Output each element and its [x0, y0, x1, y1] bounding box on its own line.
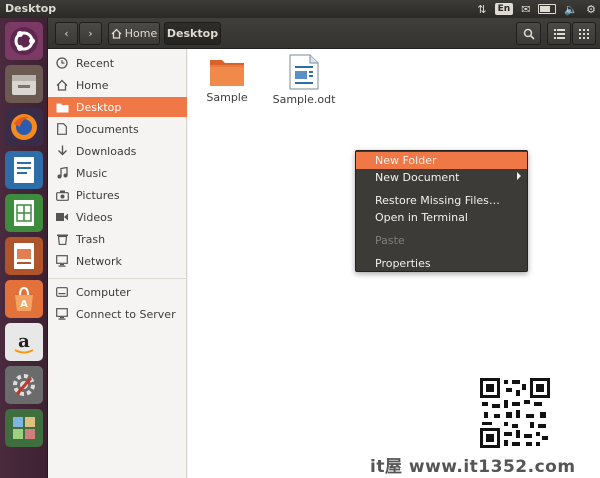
header-bar: ‹ › Home Desktop: [48, 18, 600, 49]
trash-icon: [55, 232, 69, 246]
search-icon: [523, 28, 535, 40]
calc-icon[interactable]: [5, 194, 43, 232]
server-icon: [55, 307, 69, 321]
file-name: Sample: [206, 91, 248, 104]
sidebar-item-recent[interactable]: Recent: [48, 53, 187, 73]
document-icon: [55, 122, 69, 136]
grid-view-button[interactable]: [572, 22, 596, 45]
sidebar-item-home[interactable]: Home: [48, 75, 187, 95]
menu-item-paste: Paste: [356, 232, 527, 249]
back-button[interactable]: ‹: [55, 22, 78, 45]
volume-icon[interactable]: 🔈: [564, 3, 578, 16]
mail-icon[interactable]: ✉: [521, 3, 530, 16]
svg-text:a: a: [18, 331, 30, 352]
places-sidebar: Recent Home Desktop Documents Downloads …: [48, 49, 187, 478]
back-arrow-icon: ‹: [64, 27, 69, 40]
sidebar-item-label: Downloads: [76, 144, 137, 158]
forward-button[interactable]: ›: [79, 22, 102, 45]
breadcrumb-desktop-label: Desktop: [166, 27, 219, 40]
amazon-icon[interactable]: a: [5, 323, 43, 361]
folder-icon: [55, 100, 69, 114]
battery-icon[interactable]: [538, 4, 557, 14]
files-icon[interactable]: [5, 65, 43, 103]
top-panel: Desktop ⇅ En ✉ 🔈 ⚙: [0, 0, 600, 18]
firefox-icon[interactable]: [5, 108, 43, 146]
folder-icon: [210, 60, 244, 86]
ubuntu-dash-icon[interactable]: [5, 22, 43, 60]
breadcrumb-desktop[interactable]: Desktop: [164, 22, 221, 45]
forward-arrow-icon: ›: [88, 27, 93, 40]
sidebar-item-network[interactable]: Network: [48, 251, 187, 271]
home-icon: [111, 28, 122, 39]
sidebar-item-label: Trash: [76, 232, 106, 246]
system-tray: ⇅ En ✉ 🔈 ⚙: [477, 1, 596, 17]
drive-icon: [55, 285, 69, 299]
window-title: Desktop: [5, 2, 57, 15]
music-note-icon: [55, 166, 69, 180]
file-item[interactable]: Sample.odt: [272, 54, 336, 106]
clock-icon: [55, 56, 69, 70]
system-settings-icon[interactable]: [5, 366, 43, 404]
menu-item-new-document[interactable]: New Document: [356, 169, 527, 186]
breadcrumb-home-label: Home: [124, 27, 158, 40]
camera-icon: [55, 188, 69, 202]
sort-arrows-icon[interactable]: ⇅: [477, 3, 486, 16]
sidebar-item-label: Home: [76, 78, 109, 92]
list-view-icon: [553, 28, 565, 39]
sidebar-item-computer[interactable]: Computer: [48, 282, 187, 302]
sidebar-item-label: Documents: [76, 122, 139, 136]
software-center-icon[interactable]: A: [5, 280, 43, 318]
sidebar-item-label: Connect to Server: [76, 307, 176, 321]
breadcrumb-home[interactable]: Home: [108, 22, 160, 45]
odt-document-icon: [289, 54, 319, 90]
menu-item-open-in-terminal[interactable]: Open in Terminal: [356, 209, 527, 226]
sidebar-item-label: Network: [76, 254, 122, 268]
sidebar-item-videos[interactable]: Videos: [48, 207, 187, 227]
sidebar-item-connect-to-server[interactable]: Connect to Server: [48, 304, 187, 324]
watermark: it屋 www.it1352.com: [370, 457, 576, 477]
menu-item-new-folder[interactable]: New Folder: [356, 152, 527, 169]
menu-item-label: Open in Terminal: [375, 211, 468, 224]
file-item[interactable]: Sample: [202, 56, 252, 104]
writer-icon[interactable]: [5, 151, 43, 189]
sidebar-item-documents[interactable]: Documents: [48, 119, 187, 139]
video-icon: [55, 210, 69, 224]
svg-text:A: A: [20, 299, 28, 310]
sidebar-item-label: Computer: [76, 285, 131, 299]
sidebar-item-trash[interactable]: Trash: [48, 229, 187, 249]
sidebar-item-label: Pictures: [76, 188, 120, 202]
settings-gear-icon[interactable]: ⚙: [586, 3, 596, 16]
launcher: A a: [0, 18, 48, 478]
file-name: Sample.odt: [272, 93, 336, 106]
sidebar-item-desktop[interactable]: Desktop: [48, 97, 187, 117]
menu-item-properties[interactable]: Properties: [356, 255, 527, 272]
network-icon: [55, 254, 69, 268]
grid-view-icon: [579, 28, 589, 39]
sidebar-item-pictures[interactable]: Pictures: [48, 185, 187, 205]
list-view-button[interactable]: [547, 22, 571, 45]
workspaces-icon[interactable]: [5, 409, 43, 447]
sidebar-item-label: Recent: [76, 56, 115, 70]
menu-item-label: Restore Missing Files…: [375, 194, 500, 207]
submenu-arrow-icon: [517, 172, 521, 180]
home-icon: [55, 78, 69, 92]
context-menu: New Folder New Document Restore Missing …: [355, 150, 528, 272]
sidebar-item-label: Music: [76, 166, 108, 180]
sidebar-item-label: Videos: [76, 210, 113, 224]
sidebar-item-music[interactable]: Music: [48, 163, 187, 183]
search-button[interactable]: [516, 22, 541, 45]
menu-item-label: New Folder: [375, 154, 437, 167]
menu-item-label: Paste: [375, 234, 405, 247]
impress-icon[interactable]: [5, 237, 43, 275]
menu-item-label: Properties: [375, 257, 431, 270]
download-icon: [55, 144, 69, 158]
qr-code-image: [480, 378, 550, 448]
sidebar-divider: [48, 278, 187, 279]
menu-item-label: New Document: [375, 171, 460, 184]
sidebar-item-label: Desktop: [76, 100, 122, 114]
keyboard-layout-icon[interactable]: En: [494, 3, 514, 15]
sidebar-item-downloads[interactable]: Downloads: [48, 141, 187, 161]
menu-item-restore-missing-files[interactable]: Restore Missing Files…: [356, 192, 527, 209]
